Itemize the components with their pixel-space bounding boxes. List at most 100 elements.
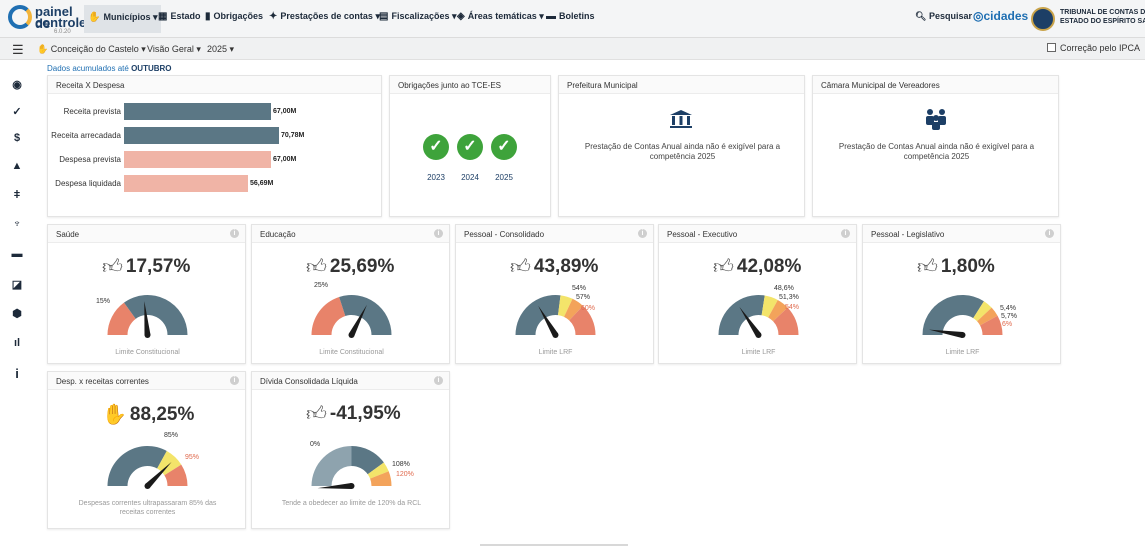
tce-name[interactable]: TRIBUNAL DE CONTAS DO ESTADO DO ESPÍRITO… (1060, 8, 1145, 26)
nav-areas-tematicas[interactable]: ◈ Áreas temáticas ▾ (457, 11, 544, 22)
info-icon[interactable]: i (230, 376, 239, 385)
building-icon (670, 110, 692, 128)
check-icon[interactable]: ✓ (0, 105, 34, 118)
ipca-checkbox[interactable]: Correção pelo IPCA (1047, 43, 1140, 53)
search-label: Pesquisar (928, 11, 972, 21)
ipca-label: Correção pelo IPCA (1060, 43, 1141, 53)
bar-value: 67,00M (273, 108, 297, 115)
card-title: Receita X Despesa (48, 76, 381, 94)
bar[interactable] (124, 175, 248, 192)
logo-line2: controle (35, 15, 87, 30)
bar[interactable] (124, 127, 279, 144)
accum-month: OUTUBRO (131, 64, 172, 73)
card-title: Câmara Municipal de Vereadores (813, 76, 1058, 94)
gauge-footer: Despesas correntes ultrapassaram 85% das… (78, 500, 217, 516)
search-icon: 🔍︎ (915, 11, 927, 21)
visao-select[interactable]: Visão Geral ▾ (147, 44, 201, 55)
logo-version: 6.0.20 (54, 29, 71, 35)
gauge-chart (311, 446, 392, 489)
threshold-label: 25% (314, 282, 329, 289)
municipio-select[interactable]: ✋ Conceição do Castelo ▾ (37, 44, 146, 55)
tce-seal-icon[interactable] (1031, 7, 1055, 31)
nav-municipios[interactable]: ✋ Municípios ▾ (84, 5, 162, 33)
gauge-chart (718, 295, 799, 338)
bar-value: 56,69M (250, 180, 274, 187)
bar-label: Receita prevista (63, 107, 121, 116)
cidades-logo[interactable]: ◎cidades (973, 9, 1028, 23)
info-icon[interactable]: i (434, 229, 443, 238)
year-2024[interactable]: 2024 (455, 173, 485, 182)
nav-boletins[interactable]: ▬ Boletins (546, 11, 595, 22)
card-title: Desp. x receitas correntes (48, 372, 245, 390)
info-icon[interactable]: i (638, 229, 647, 238)
gauge-footer: Tende a obedecer ao limite de 120% da RC… (281, 500, 422, 507)
nav-prestacoes-label: Prestações de contas (280, 11, 373, 21)
warning-icon[interactable]: ▲ (0, 160, 34, 172)
dollar-icon[interactable]: $ (0, 132, 34, 144)
info-icon[interactable]: i (434, 376, 443, 385)
info-icon[interactable]: i (0, 366, 34, 381)
gauge-needle-hub (144, 483, 151, 489)
indicator-value: 👍︎ 43,89% (510, 255, 598, 279)
top-navbar: painel de controle 6.0.20 ✋ Municípios ▾ … (0, 0, 1145, 38)
gauge-footer: Limite Constitucional (115, 349, 180, 356)
threshold-label: 0% (310, 441, 321, 448)
info-icon[interactable]: i (841, 229, 850, 238)
nav-fiscalizacoes[interactable]: ▤ Fiscalizações ▾ (379, 11, 457, 22)
trophy-icon[interactable]: ♆ (0, 218, 34, 230)
nav-estado[interactable]: ▦ Estado (158, 11, 200, 22)
gauge-segment (311, 296, 346, 335)
edit-icon[interactable]: ◪ (0, 278, 34, 291)
filter-bar: ☰ ✋ Conceição do Castelo ▾ Visão Geral ▾… (0, 38, 1145, 60)
hand-stop-icon: ✋ (102, 404, 127, 426)
threshold-label: 51,3% (779, 294, 799, 301)
divida-card: Dívida Consolidada Líquida i 👍︎ -41,95% 0% 10… (251, 371, 450, 529)
accumulated-label: Dados acumulados até OUTUBRO (47, 64, 172, 73)
gauge-chart (107, 446, 188, 489)
search-button[interactable]: 🔍︎ Pesquisar (915, 11, 972, 22)
card-title: Prefeitura Municipal (559, 76, 804, 94)
bar-label: Despesa liquidada (55, 179, 121, 188)
bar[interactable] (124, 151, 271, 168)
value-text: 17,57% (125, 256, 191, 277)
municipio-value: Conceição do Castelo (50, 44, 139, 54)
indicator-value: 👍︎ 25,69% (306, 255, 394, 279)
ano-select[interactable]: 2025 ▾ (207, 44, 234, 55)
info-icon[interactable]: i (1045, 229, 1054, 238)
threshold-label: 120% (396, 471, 414, 478)
document-icon[interactable]: ▬ (0, 248, 34, 260)
logo[interactable]: painel de controle 6.0.20 (8, 3, 87, 35)
card-title: Saúde (48, 225, 245, 243)
indicator-value: ✋ 88,25% (102, 402, 194, 427)
gauge-needle-hub (755, 332, 762, 338)
bar[interactable] (124, 103, 271, 120)
cidades-icon: ◎ (973, 9, 984, 23)
scroll-indicator[interactable] (480, 544, 628, 546)
nav-obrigacoes[interactable]: ▮ Obrigações (205, 11, 263, 22)
info-icon[interactable]: i (230, 229, 239, 238)
gauge-footer: Limite LRF (945, 349, 980, 356)
gauge-segment (311, 446, 352, 486)
saude-card: Saúde i 👍︎ 17,57% 15% Limite Constitucional (47, 224, 246, 364)
value-text: 88,25% (129, 404, 195, 425)
nav-fiscalizacoes-label: Fiscalizações (391, 11, 450, 21)
year-2025[interactable]: 2025 (489, 173, 519, 182)
nav-prestacoes[interactable]: ✦ Prestações de contas ▾ (269, 11, 380, 22)
eye-icon[interactable]: ◉ (0, 78, 34, 91)
signal-icon[interactable]: ıl (0, 337, 34, 349)
gauge-needle-hub (348, 332, 355, 338)
threshold-label: 48,6% (774, 285, 794, 292)
threshold-label: 85% (164, 432, 179, 439)
year-2023[interactable]: 2023 (421, 173, 451, 182)
person-icon[interactable]: ǂ (0, 189, 34, 201)
threshold-label: 5,7% (1001, 313, 1017, 320)
nav-areas-label: Áreas temáticas (467, 11, 537, 21)
threshold-label: 108% (392, 461, 410, 468)
card-title: Pessoal - Executivo (659, 225, 856, 243)
menu-icon[interactable]: ☰ (12, 42, 24, 58)
doc-icon: ▤ (379, 11, 389, 22)
cube-icon[interactable]: ⬢ (0, 307, 34, 320)
educacao-card: Educação i 👍︎ 25,69% 25% Limite Constituciona… (251, 224, 450, 364)
ano-value: 2025 (207, 44, 228, 54)
gauge-chart (107, 295, 188, 338)
